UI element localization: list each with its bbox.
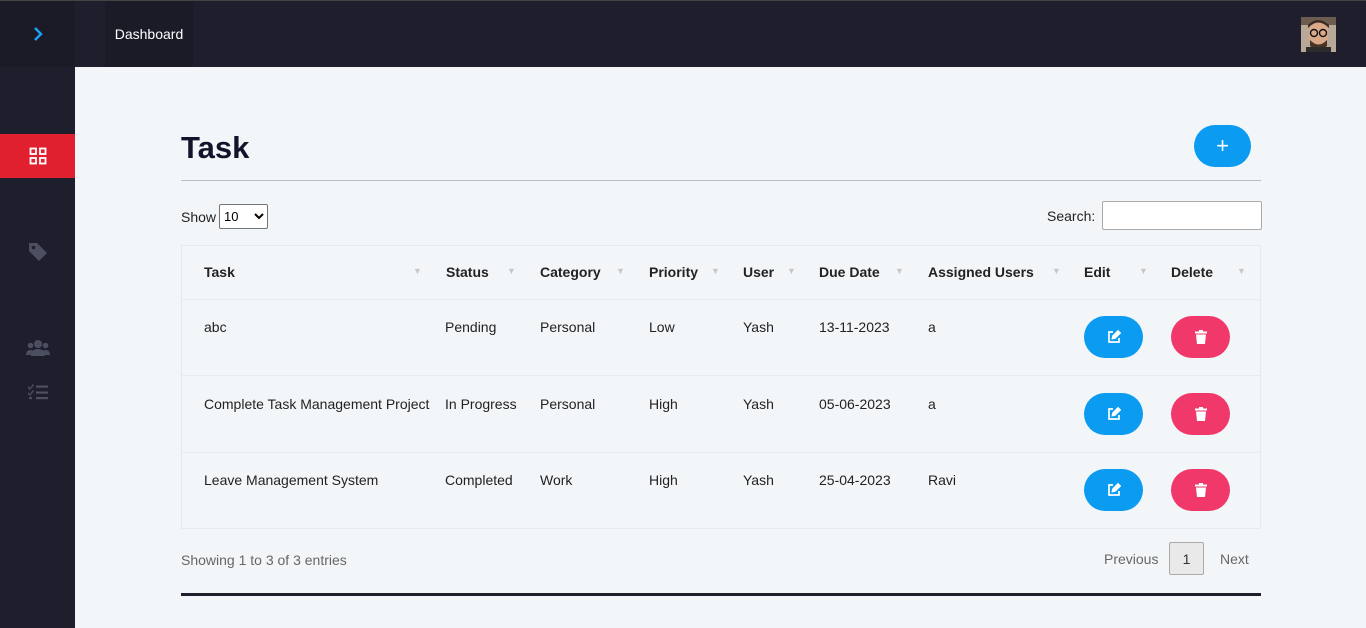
cell-category: Personal bbox=[540, 319, 596, 335]
sort-icon[interactable]: ▼ bbox=[616, 266, 625, 276]
cell-assigned-users: a bbox=[928, 319, 936, 335]
row-divider bbox=[182, 452, 1260, 453]
cell-priority: High bbox=[649, 396, 678, 412]
column-header-task[interactable]: Task bbox=[204, 264, 235, 280]
sidebar-item-categories[interactable] bbox=[0, 230, 75, 274]
delete-button[interactable] bbox=[1171, 393, 1230, 435]
cell-due-date: 25-04-2023 bbox=[819, 472, 891, 488]
edit-button[interactable] bbox=[1084, 316, 1143, 358]
users-icon bbox=[25, 340, 50, 356]
sort-icon[interactable]: ▼ bbox=[413, 266, 422, 276]
delete-button[interactable] bbox=[1171, 469, 1230, 511]
entries-select[interactable]: 10 bbox=[219, 204, 269, 229]
cell-due-date: 05-06-2023 bbox=[819, 396, 891, 412]
tasks-icon bbox=[27, 384, 48, 400]
avatar[interactable] bbox=[1301, 17, 1336, 52]
column-header-due-date[interactable]: Due Date bbox=[819, 264, 880, 280]
search-control: Search: bbox=[1047, 201, 1263, 230]
column-header-user[interactable]: User bbox=[743, 264, 774, 280]
sidebar bbox=[0, 67, 75, 628]
cell-task: Complete Task Management Project bbox=[204, 396, 430, 412]
grid-icon bbox=[29, 147, 46, 165]
entries-length-control: Show 10 bbox=[181, 204, 269, 229]
chevron-right-icon bbox=[33, 27, 43, 41]
cell-user: Yash bbox=[743, 319, 774, 335]
search-input[interactable] bbox=[1102, 201, 1263, 230]
trash-icon bbox=[1194, 483, 1207, 497]
tab-dashboard[interactable]: Dashboard bbox=[105, 1, 193, 67]
sort-icon[interactable]: ▼ bbox=[1139, 266, 1148, 276]
tag-icon bbox=[28, 243, 47, 261]
edit-icon bbox=[1107, 330, 1121, 343]
cell-task: Leave Management System bbox=[204, 472, 379, 488]
show-label: Show bbox=[181, 208, 217, 225]
user-avatar-image bbox=[1301, 17, 1336, 52]
cell-category: Work bbox=[540, 472, 573, 488]
row-divider bbox=[182, 375, 1260, 376]
pagination-next[interactable]: Next bbox=[1220, 542, 1249, 575]
column-header-status[interactable]: Status bbox=[446, 264, 489, 280]
column-header-delete[interactable]: Delete bbox=[1171, 264, 1213, 280]
trash-icon bbox=[1194, 330, 1207, 344]
main-content: Task + Show 10 Search: Task ▼ Status ▼ C… bbox=[75, 67, 1366, 628]
cell-task: abc bbox=[204, 319, 227, 335]
row-divider bbox=[182, 299, 1260, 300]
page-title: Task bbox=[181, 130, 250, 165]
cell-user: Yash bbox=[743, 396, 774, 412]
task-table: Task ▼ Status ▼ Category ▼ Priority ▼ Us… bbox=[181, 245, 1261, 529]
delete-button[interactable] bbox=[1171, 316, 1230, 358]
sidebar-item-users[interactable] bbox=[0, 326, 75, 370]
column-header-category[interactable]: Category bbox=[540, 264, 601, 280]
edit-icon bbox=[1107, 407, 1121, 420]
cell-category: Personal bbox=[540, 396, 596, 412]
cell-assigned-users: Ravi bbox=[928, 472, 957, 488]
cell-due-date: 13-11-2023 bbox=[819, 319, 890, 335]
column-header-priority[interactable]: Priority bbox=[649, 264, 698, 280]
footer-divider bbox=[181, 593, 1261, 596]
cell-assigned-users: a bbox=[928, 396, 936, 412]
column-header-edit[interactable]: Edit bbox=[1084, 264, 1110, 280]
cell-status: Completed bbox=[445, 472, 513, 488]
add-task-button[interactable]: + bbox=[1194, 125, 1251, 167]
search-label: Search: bbox=[1047, 207, 1096, 224]
sort-icon[interactable]: ▼ bbox=[507, 266, 516, 276]
divider bbox=[181, 180, 1261, 181]
sort-icon[interactable]: ▼ bbox=[895, 266, 904, 276]
edit-icon bbox=[1107, 483, 1121, 496]
sort-icon[interactable]: ▼ bbox=[1052, 266, 1061, 276]
cell-user: Yash bbox=[743, 472, 774, 488]
edit-button[interactable] bbox=[1084, 393, 1143, 435]
column-header-assigned-users[interactable]: Assigned Users bbox=[928, 264, 1034, 280]
cell-priority: High bbox=[649, 472, 678, 488]
cell-status: Pending bbox=[445, 319, 497, 335]
cell-priority: Low bbox=[649, 319, 675, 335]
top-bar: Dashboard bbox=[0, 0, 1366, 67]
trash-icon bbox=[1194, 407, 1207, 421]
table-info: Showing 1 to 3 of 3 entries bbox=[181, 552, 347, 568]
sort-icon[interactable]: ▼ bbox=[1237, 266, 1246, 276]
cell-status: In Progress bbox=[445, 396, 517, 412]
sidebar-item-dashboard[interactable] bbox=[0, 134, 75, 178]
sidebar-toggle-button[interactable] bbox=[0, 1, 75, 67]
pagination-previous[interactable]: Previous bbox=[1104, 542, 1158, 575]
edit-button[interactable] bbox=[1084, 469, 1143, 511]
sort-icon[interactable]: ▼ bbox=[711, 266, 720, 276]
sidebar-item-tasks[interactable] bbox=[0, 370, 75, 414]
sort-icon[interactable]: ▼ bbox=[787, 266, 796, 276]
pagination-page-1[interactable]: 1 bbox=[1169, 542, 1204, 575]
